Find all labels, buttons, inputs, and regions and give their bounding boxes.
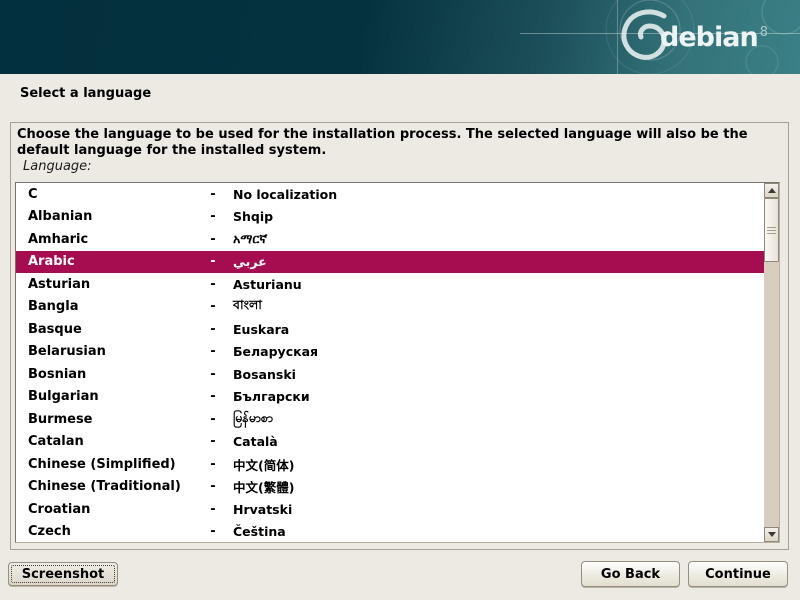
language-row[interactable]: Catalan-Català: [16, 431, 764, 454]
thumb-grip: [767, 230, 776, 231]
brand-version: 8: [760, 25, 768, 40]
chevron-up-icon: [768, 188, 776, 193]
separator-dash: -: [193, 232, 233, 247]
language-native-name: Български: [233, 389, 764, 404]
continue-button[interactable]: Continue: [688, 561, 788, 587]
language-native-name: Shqip: [233, 209, 764, 224]
language-native-name: 中文(简体): [233, 455, 764, 474]
language-native-name: Euskara: [233, 322, 764, 337]
language-row[interactable]: Amharic-አማርኛ: [16, 228, 764, 251]
language-row[interactable]: Albanian-Shqip: [16, 206, 764, 229]
scroll-down-button[interactable]: [764, 527, 779, 542]
brand-logo: debian8: [660, 22, 768, 53]
go-back-button-label: Go Back: [601, 567, 660, 582]
language-row[interactable]: Belarusian-Беларуская: [16, 341, 764, 364]
language-name: Asturian: [28, 277, 193, 292]
scrollbar[interactable]: [764, 183, 779, 542]
thumb-grip: [767, 227, 776, 228]
language-name: Bangla: [28, 299, 193, 314]
language-name: Chinese (Simplified): [28, 457, 193, 472]
separator-dash: -: [193, 367, 233, 382]
language-row[interactable]: Basque-Euskara: [16, 318, 764, 341]
language-native-name: Беларуская: [233, 344, 764, 359]
separator-dash: -: [193, 344, 233, 359]
separator-dash: -: [193, 277, 233, 292]
language-name: Albanian: [28, 209, 193, 224]
separator-dash: -: [193, 299, 233, 314]
language-native-name: አማርኛ: [233, 231, 764, 247]
header-banner: debian8: [0, 0, 800, 74]
language-name: C: [28, 187, 193, 202]
language-native-name: No localization: [233, 187, 764, 202]
language-row[interactable]: Czech-Čeština: [16, 521, 764, 543]
separator-dash: -: [193, 434, 233, 449]
language-field-label: Language:: [23, 159, 92, 174]
separator-dash: -: [193, 479, 233, 494]
language-row[interactable]: Chinese (Simplified)-中文(简体): [16, 453, 764, 476]
screenshot-button-label: Screenshot: [22, 567, 105, 582]
language-row[interactable]: Arabic-عربي: [16, 251, 764, 274]
language-listbox: C-No localizationAlbanian-ShqipAmharic-አ…: [15, 182, 780, 543]
language-row[interactable]: C-No localization: [16, 183, 764, 206]
separator-dash: -: [193, 209, 233, 224]
language-native-name: Bosanski: [233, 367, 764, 382]
continue-button-label: Continue: [705, 567, 771, 582]
instruction-text: Choose the language to be used for the i…: [17, 127, 777, 159]
language-name: Catalan: [28, 434, 193, 449]
thumb-grip: [767, 233, 776, 234]
language-list[interactable]: C-No localizationAlbanian-ShqipAmharic-አ…: [16, 183, 764, 542]
separator-dash: -: [193, 524, 233, 539]
language-name: Bulgarian: [28, 389, 193, 404]
language-row[interactable]: Asturian-Asturianu: [16, 273, 764, 296]
language-row[interactable]: Bosnian-Bosanski: [16, 363, 764, 386]
language-name: Chinese (Traditional): [28, 479, 193, 494]
language-name: Belarusian: [28, 344, 193, 359]
language-native-name: Hrvatski: [233, 502, 764, 517]
brand-name: debian: [660, 22, 758, 53]
language-name: Czech: [28, 524, 193, 539]
separator-dash: -: [193, 187, 233, 202]
separator-dash: -: [193, 322, 233, 337]
chevron-down-icon: [768, 532, 776, 537]
page-title: Select a language: [20, 86, 151, 101]
language-name: Croatian: [28, 502, 193, 517]
separator-dash: -: [193, 457, 233, 472]
scroll-up-button[interactable]: [764, 183, 779, 198]
separator-dash: -: [193, 254, 233, 269]
language-row[interactable]: Bangla-বাংলা: [16, 296, 764, 319]
separator-dash: -: [193, 389, 233, 404]
screenshot-button[interactable]: Screenshot: [8, 562, 118, 586]
language-native-name: Asturianu: [233, 277, 764, 292]
language-name: Amharic: [28, 232, 193, 247]
language-row[interactable]: Burmese-မြန်မာစာ: [16, 408, 764, 431]
language-row[interactable]: Chinese (Traditional)-中文(繁體): [16, 476, 764, 499]
focus-ring: Screenshot: [11, 565, 115, 583]
language-name: Basque: [28, 322, 193, 337]
go-back-button[interactable]: Go Back: [581, 561, 680, 587]
scrollbar-thumb[interactable]: [764, 198, 779, 262]
language-name: Bosnian: [28, 367, 193, 382]
language-native-name: عربي: [233, 254, 764, 269]
language-row[interactable]: Croatian-Hrvatski: [16, 498, 764, 521]
language-row[interactable]: Bulgarian-Български: [16, 386, 764, 409]
language-native-name: Čeština: [233, 524, 764, 539]
language-native-name: 中文(繁體): [233, 477, 764, 496]
separator-dash: -: [193, 502, 233, 517]
language-name: Burmese: [28, 412, 193, 427]
language-native-name: မြန်မာစာ: [233, 410, 764, 429]
language-native-name: বাংলা: [233, 297, 764, 317]
language-native-name: Català: [233, 434, 764, 449]
language-name: Arabic: [28, 254, 193, 269]
separator-dash: -: [193, 412, 233, 427]
